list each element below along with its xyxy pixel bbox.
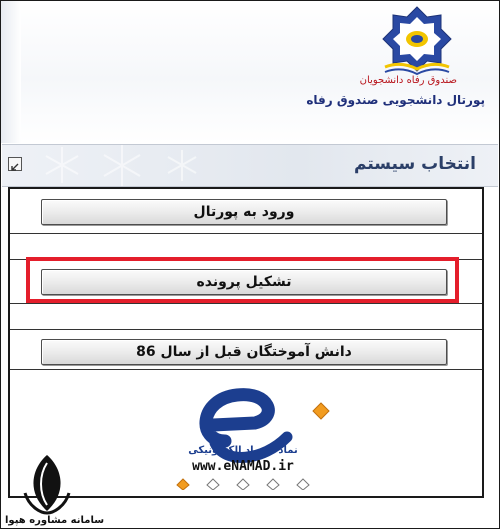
snowflake-decoration-icon: [45, 145, 197, 186]
menu-divider: [10, 369, 482, 370]
collapse-icon[interactable]: [8, 157, 22, 171]
menu-divider: [10, 303, 482, 304]
arrow-down-left-icon: [11, 163, 19, 171]
enamad-url: www.eNAMAD.ir: [192, 459, 294, 474]
menu-divider: [10, 329, 482, 330]
menu-divider: [10, 233, 482, 234]
header-decoration: [1, 1, 21, 143]
enamad-caption: نماد اعتماد الکترونیکی: [188, 445, 298, 456]
section-titlebar: انتخاب سیستم: [2, 144, 498, 187]
portal-header: صندوق رفاه دانشجویان پورتال دانشجویی صند…: [1, 1, 499, 143]
enamad-seal[interactable]: نماد اعتماد الکترونیکی www.eNAMAD.ir: [145, 381, 341, 491]
browser-frame: صندوق رفاه دانشجویان پورتال دانشجویی صند…: [0, 0, 500, 529]
hoora-logo-icon: [23, 455, 71, 515]
refah-emblem-icon: [382, 6, 452, 76]
portal-name: پورتال دانشجویی صندوق رفاه: [306, 93, 485, 107]
portal-login-button[interactable]: ورود به پورتال: [41, 199, 447, 225]
section-title: انتخاب سیستم: [353, 154, 476, 174]
highlight-box: [26, 257, 459, 303]
refah-logo: صندوق رفاه دانشجویان پورتال دانشجویی صند…: [306, 5, 487, 115]
org-name: صندوق رفاه دانشجویان: [359, 75, 457, 86]
graduates-before-86-button[interactable]: دانش آموختگان قبل از سال 86: [41, 339, 447, 365]
watermark-text: سامانه مشاوره هپوا: [5, 515, 105, 526]
watermark-logo: سامانه مشاوره هپوا: [1, 453, 104, 528]
